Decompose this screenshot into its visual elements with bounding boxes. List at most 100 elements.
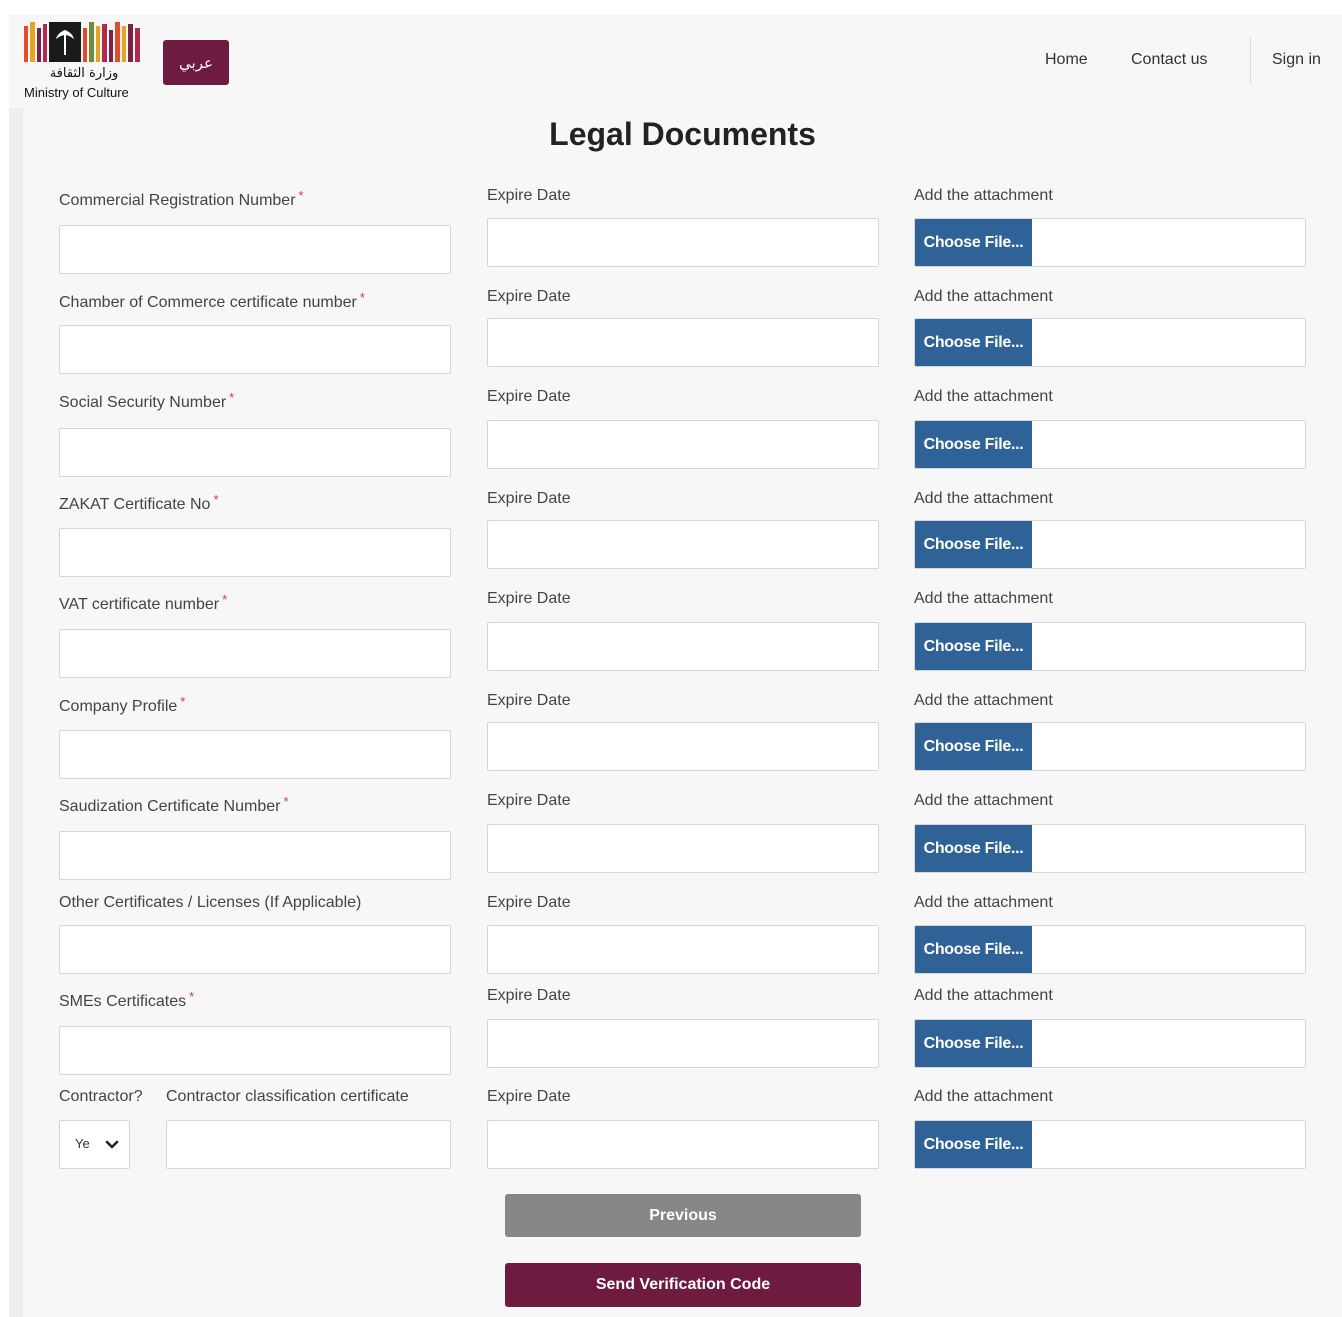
required-asterisk: * [189, 989, 195, 1004]
document-number-input[interactable] [59, 225, 451, 274]
required-asterisk: * [213, 492, 219, 507]
required-asterisk: * [359, 290, 365, 305]
chevron-down-icon [105, 1140, 119, 1149]
expire-date-label: Expire Date [487, 187, 571, 204]
legal-documents-form: Legal Documents Commercial Registration … [9, 108, 1342, 1317]
attachment-label: Add the attachment [914, 187, 1053, 204]
document-number-input[interactable] [59, 528, 451, 577]
field-label: Social Security Number * [59, 390, 234, 412]
document-number-input[interactable] [59, 925, 451, 974]
contractor-classification-label: Contractor classification certificate [166, 1088, 409, 1105]
expire-date-input[interactable] [487, 218, 879, 267]
field-label-text: VAT certificate number [59, 596, 220, 613]
required-asterisk: * [298, 188, 304, 203]
document-number-input[interactable] [59, 325, 451, 374]
choose-file-button[interactable]: Choose File... [915, 219, 1032, 266]
logo-arabic-text: وزارة الثقافة [49, 66, 119, 81]
field-label-text: ZAKAT Certificate No [59, 496, 211, 513]
required-asterisk: * [229, 390, 235, 405]
required-asterisk: * [283, 794, 289, 809]
field-label: VAT certificate number * [59, 592, 227, 614]
language-toggle-button[interactable]: عربي [163, 40, 229, 85]
ministry-logo[interactable]: وزارة الثقافة Ministry of Culture [24, 22, 149, 102]
expire-date-input[interactable] [487, 824, 879, 873]
expire-date-input[interactable] [487, 420, 879, 469]
nav-contact-link[interactable]: Contact us [1131, 51, 1207, 69]
required-asterisk: * [222, 592, 228, 607]
attachment-label: Add the attachment [914, 987, 1053, 1004]
page-title: Legal Documents [549, 116, 816, 152]
expire-date-input[interactable] [487, 520, 879, 569]
expire-date-input[interactable] [487, 722, 879, 771]
contractor-expire-date-input[interactable] [487, 1120, 879, 1169]
contractor-select-value: Ye [75, 1136, 90, 1151]
expire-date-label: Expire Date [487, 490, 571, 507]
logo-english-text: Ministry of Culture [24, 85, 129, 100]
attachment-file-input[interactable]: Choose File... [914, 1019, 1306, 1068]
contractor-select[interactable]: Ye [59, 1120, 130, 1169]
field-label-text: Saudization Certificate Number [59, 798, 281, 815]
attachment-file-input[interactable]: Choose File... [914, 824, 1306, 873]
field-label-text: SMEs Certificates [59, 993, 187, 1010]
attachment-label: Add the attachment [914, 288, 1053, 305]
field-label: Other Certificates / Licenses (If Applic… [59, 894, 361, 912]
choose-file-button[interactable]: Choose File... [915, 1121, 1032, 1168]
attachment-label: Add the attachment [914, 490, 1053, 507]
attachment-file-input[interactable]: Choose File... [914, 925, 1306, 974]
document-number-input[interactable] [59, 1026, 451, 1075]
field-label-text: Social Security Number [59, 394, 227, 411]
attachment-label: Add the attachment [914, 792, 1053, 809]
choose-file-button[interactable]: Choose File... [915, 521, 1032, 568]
field-label: Company Profile * [59, 694, 185, 716]
choose-file-button[interactable]: Choose File... [915, 1020, 1032, 1067]
expire-date-input[interactable] [487, 1019, 879, 1068]
previous-button[interactable]: Previous [505, 1194, 861, 1237]
choose-file-button[interactable]: Choose File... [915, 723, 1032, 770]
contractor-classification-input[interactable] [166, 1120, 451, 1169]
send-verification-code-button[interactable]: Send Verification Code [505, 1263, 861, 1307]
field-label-text: Chamber of Commerce certificate number [59, 294, 357, 311]
choose-file-button[interactable]: Choose File... [915, 623, 1032, 670]
attachment-file-input[interactable]: Choose File... [914, 722, 1306, 771]
attachment-label: Add the attachment [914, 1088, 1053, 1105]
field-label-text: Company Profile [59, 698, 178, 715]
choose-file-button[interactable]: Choose File... [915, 421, 1032, 468]
field-label-text: Commercial Registration Number [59, 192, 296, 209]
document-number-input[interactable] [59, 629, 451, 678]
attachment-file-input[interactable]: Choose File... [914, 520, 1306, 569]
expire-date-label: Expire Date [487, 987, 571, 1004]
field-label: SMEs Certificates * [59, 989, 194, 1011]
expire-date-label: Expire Date [487, 590, 571, 607]
attachment-file-input[interactable]: Choose File... [914, 420, 1306, 469]
top-header: وزارة الثقافة Ministry of Culture عربي H… [9, 15, 1342, 108]
attachment-label: Add the attachment [914, 590, 1053, 607]
attachment-file-input[interactable]: Choose File... [914, 218, 1306, 267]
contractor-label: Contractor? [59, 1088, 143, 1105]
expire-date-label: Expire Date [487, 288, 571, 305]
field-label-text: Other Certificates / Licenses (If Applic… [59, 894, 362, 911]
choose-file-button[interactable]: Choose File... [915, 926, 1032, 973]
nav-signin-link[interactable]: Sign in [1272, 51, 1321, 69]
contractor-file-input[interactable]: Choose File... [914, 1120, 1306, 1169]
choose-file-button[interactable]: Choose File... [915, 825, 1032, 872]
expire-date-label: Expire Date [487, 388, 571, 405]
expire-date-input[interactable] [487, 622, 879, 671]
logo-bars-icon [24, 22, 140, 62]
document-number-input[interactable] [59, 730, 451, 779]
expire-date-label: Expire Date [487, 692, 571, 709]
document-number-input[interactable] [59, 831, 451, 880]
choose-file-button[interactable]: Choose File... [915, 319, 1032, 366]
expire-date-label: Expire Date [487, 1088, 571, 1105]
expire-date-label: Expire Date [487, 894, 571, 911]
attachment-label: Add the attachment [914, 894, 1053, 911]
attachment-file-input[interactable]: Choose File... [914, 622, 1306, 671]
document-number-input[interactable] [59, 428, 451, 477]
expire-date-input[interactable] [487, 925, 879, 974]
expire-date-input[interactable] [487, 318, 879, 367]
required-asterisk: * [180, 694, 186, 709]
field-label: Saudization Certificate Number * [59, 794, 289, 816]
attachment-file-input[interactable]: Choose File... [914, 318, 1306, 367]
nav-home-link[interactable]: Home [1045, 51, 1088, 69]
expire-date-label: Expire Date [487, 792, 571, 809]
attachment-label: Add the attachment [914, 692, 1053, 709]
